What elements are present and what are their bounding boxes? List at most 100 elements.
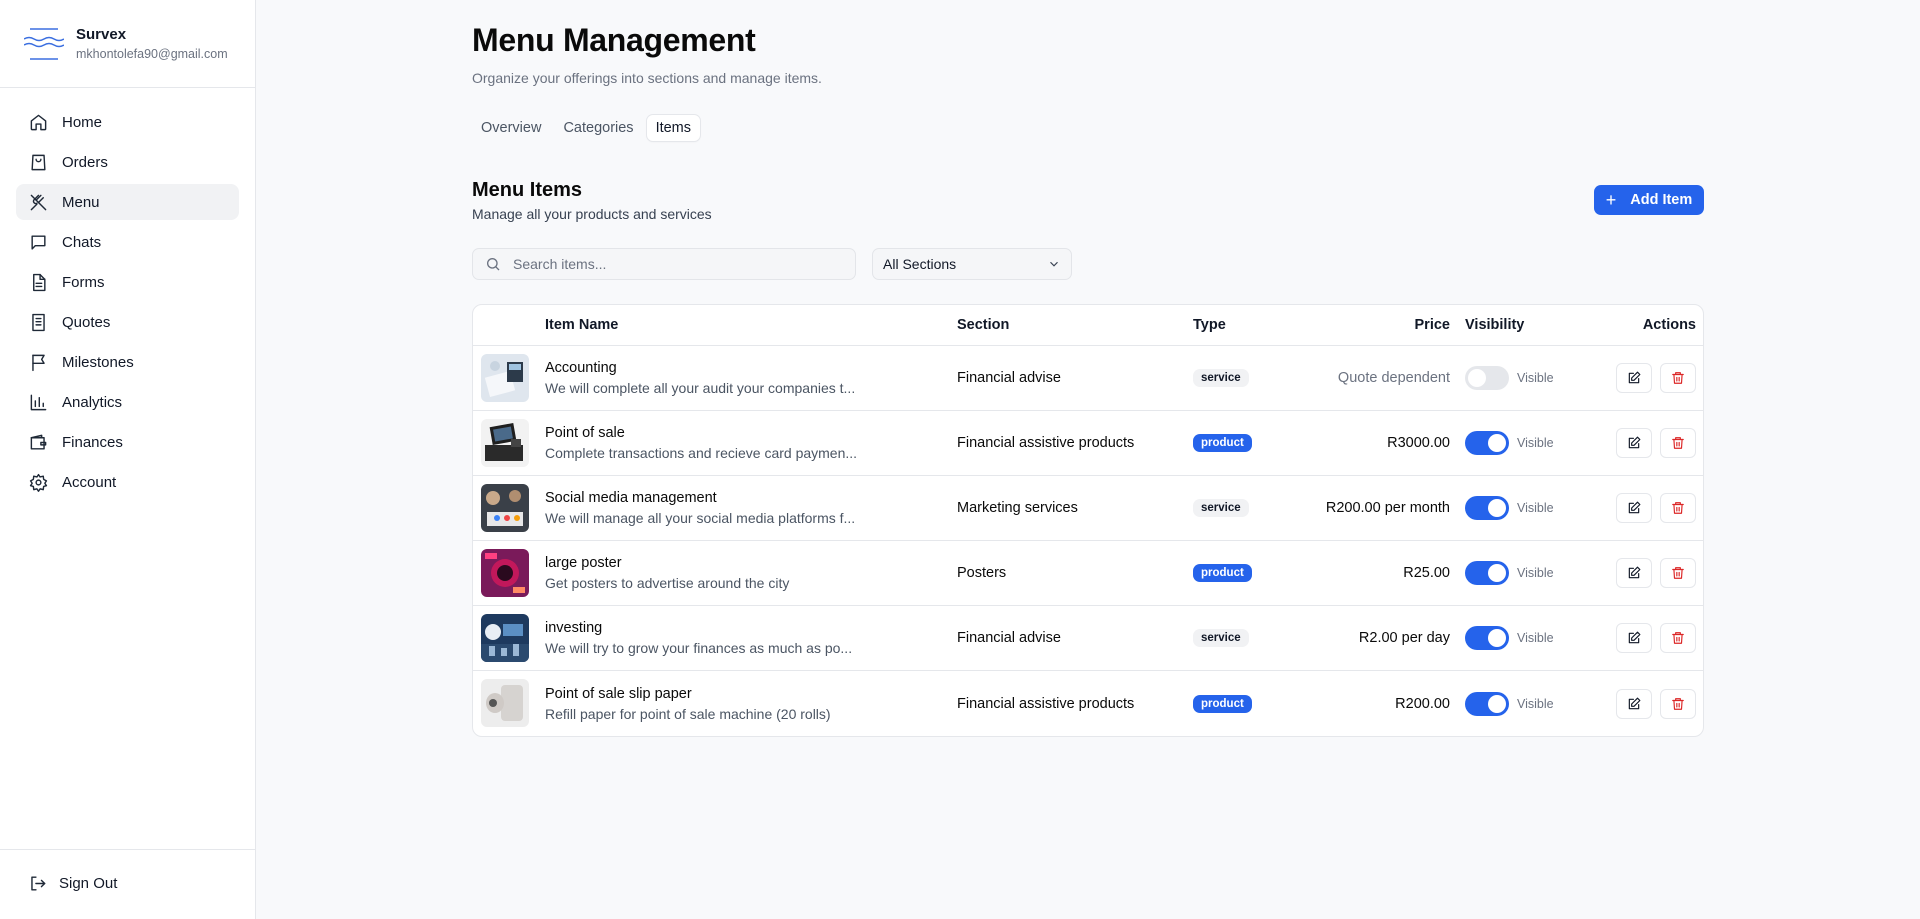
trash-icon	[1672, 372, 1684, 384]
plus-icon: +	[1605, 190, 1617, 210]
sidebar-item-analytics[interactable]: Analytics	[16, 384, 239, 420]
sidebar-item-finances[interactable]: Finances	[16, 424, 239, 460]
trash-icon	[1672, 697, 1684, 710]
visibility-label: Visible	[1517, 696, 1554, 711]
trash-icon	[1672, 567, 1684, 579]
item-thumbnail	[481, 549, 529, 597]
edit-button[interactable]	[1616, 623, 1652, 653]
search-input[interactable]	[513, 256, 833, 272]
section-filter-value: All Sections	[883, 256, 957, 272]
item-thumbnail	[481, 614, 529, 662]
row-actions	[1616, 428, 1696, 458]
delete-button[interactable]	[1660, 688, 1696, 719]
item-title: Social media management	[545, 490, 717, 506]
edit-button[interactable]	[1616, 428, 1652, 458]
visibility-cell: Visible	[1465, 431, 1554, 455]
item-title: Point of sale	[545, 425, 625, 441]
sidebar-item-menu[interactable]: Menu	[16, 184, 239, 220]
sidebar-item-account[interactable]: Account	[16, 464, 239, 500]
type-badge: service	[1193, 629, 1249, 647]
item-name-cell: Social media management We will manage a…	[545, 490, 855, 526]
item-title: large poster	[545, 555, 622, 571]
page-subtitle: Organize your offerings into sections an…	[472, 70, 822, 86]
delete-button[interactable]	[1660, 428, 1696, 458]
add-item-button[interactable]: + Add Item	[1594, 185, 1704, 215]
item-description: We will try to grow your finances as muc…	[545, 640, 853, 656]
bar-chart-icon	[28, 392, 48, 412]
sign-out-button[interactable]: Sign Out	[28, 874, 117, 893]
search-icon	[487, 258, 500, 271]
brand-name: Survex	[76, 26, 127, 43]
items-table: Item Name Section Type Price Visibility …	[472, 304, 1704, 737]
trash-icon	[1672, 437, 1684, 449]
visibility-toggle[interactable]	[1465, 626, 1509, 650]
sidebar-item-home[interactable]: Home	[16, 104, 239, 140]
brand-logo	[24, 26, 64, 62]
visibility-label: Visible	[1517, 436, 1554, 450]
sidebar-item-label: Menu	[62, 193, 100, 211]
item-section: Posters	[957, 565, 1007, 581]
section-filter-select[interactable]: All Sections	[872, 248, 1072, 280]
chevron-down-icon	[1050, 261, 1058, 267]
item-price: R200.00	[1395, 695, 1450, 712]
visibility-toggle[interactable]	[1465, 691, 1509, 716]
item-price: R2.00 per day	[1358, 630, 1450, 646]
type-cell: product	[1193, 564, 1252, 582]
visibility-toggle[interactable]	[1465, 431, 1509, 455]
delete-button[interactable]	[1660, 493, 1696, 523]
tab-items[interactable]: Items	[646, 115, 701, 141]
item-section: Financial advise	[957, 630, 1061, 646]
sidebar-item-milestones[interactable]: Milestones	[16, 344, 239, 380]
item-description: We will manage all your social media pla…	[545, 510, 856, 526]
delete-button[interactable]	[1660, 623, 1696, 653]
item-name-cell: Point of sale Complete transactions and …	[545, 425, 857, 461]
item-thumbnail	[481, 679, 529, 727]
type-cell: product	[1193, 694, 1252, 713]
table-row: Point of sale slip paper Refill paper fo…	[473, 671, 1703, 736]
tabs: Overview Categories Items	[472, 115, 701, 141]
edit-button[interactable]	[1616, 558, 1652, 588]
sidebar-item-label: Account	[62, 473, 117, 491]
visibility-cell: Visible	[1465, 691, 1554, 716]
edit-button[interactable]	[1616, 493, 1652, 523]
delete-button[interactable]	[1660, 558, 1696, 588]
gear-icon	[28, 472, 48, 492]
delete-button[interactable]	[1660, 363, 1696, 393]
item-thumbnail	[481, 419, 529, 467]
type-badge: service	[1193, 499, 1249, 517]
row-actions	[1616, 623, 1696, 653]
item-thumbnail	[481, 354, 529, 402]
edit-button[interactable]	[1616, 688, 1652, 719]
table-row: large poster Get posters to advertise ar…	[473, 541, 1703, 606]
item-name-cell: large poster Get posters to advertise ar…	[545, 555, 789, 591]
section-title: Menu Items	[472, 179, 583, 201]
edit-button[interactable]	[1616, 363, 1652, 393]
home-icon	[28, 112, 48, 132]
visibility-toggle[interactable]	[1465, 561, 1509, 585]
item-section: Financial assistive products	[957, 435, 1135, 451]
file-text-icon	[28, 272, 48, 292]
sidebar-item-orders[interactable]: Orders	[16, 144, 239, 180]
utensils-icon	[28, 192, 48, 212]
sidebar-item-forms[interactable]: Forms	[16, 264, 239, 300]
item-price: R200.00 per month	[1325, 500, 1450, 516]
header-visibility: Visibility	[1465, 317, 1525, 333]
item-thumbnail	[481, 484, 529, 532]
table-header: Item Name Section Type Price Visibility …	[473, 305, 1703, 346]
visibility-label: Visible	[1517, 566, 1554, 580]
visibility-cell: Visible	[1465, 626, 1554, 650]
visibility-label: Visible	[1517, 501, 1554, 515]
visibility-toggle[interactable]	[1465, 366, 1509, 390]
sidebar-item-chats[interactable]: Chats	[16, 224, 239, 260]
visibility-toggle[interactable]	[1465, 496, 1509, 520]
sidebar-item-label: Chats	[62, 233, 102, 251]
section-subtitle: Manage all your products and services	[472, 206, 712, 222]
visibility-cell: Visible	[1465, 496, 1554, 520]
tab-overview[interactable]: Overview	[472, 115, 550, 141]
item-description: We will complete all your audit your com…	[545, 380, 856, 396]
item-title: Accounting	[545, 360, 617, 376]
sidebar-item-quotes[interactable]: Quotes	[16, 304, 239, 340]
search-box	[472, 248, 856, 280]
tab-categories[interactable]: Categories	[554, 115, 642, 141]
item-name-cell: investing We will try to grow your finan…	[545, 620, 852, 656]
